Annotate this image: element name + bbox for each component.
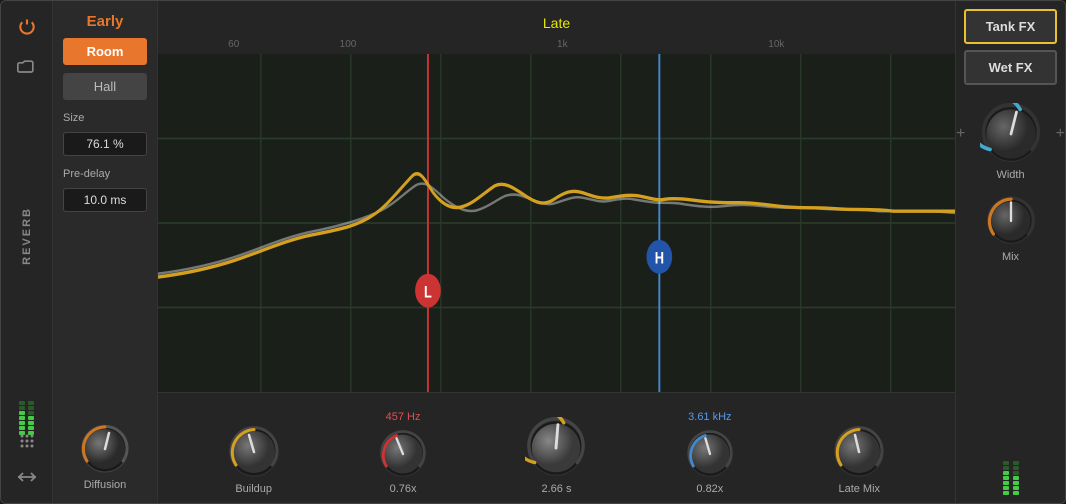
tank-fx-button[interactable]: Tank FX	[964, 9, 1057, 44]
buildup-label: Buildup	[235, 483, 272, 495]
svg-text:L: L	[424, 283, 432, 302]
buildup-container: Buildup	[227, 405, 281, 495]
freq-60: 60	[228, 39, 239, 50]
width-container: +	[964, 103, 1057, 181]
freq-axis: 60 100 1k 10k	[158, 35, 955, 54]
diffusion-label: Diffusion	[84, 479, 127, 491]
plugin-container: REVERB	[0, 0, 1066, 504]
freq-1k: 1k	[557, 39, 568, 50]
main-display: Late 60 100 1k 10k	[158, 1, 955, 503]
freq-100: 100	[340, 39, 357, 50]
late-mix-knob[interactable]	[832, 425, 886, 479]
early-section: Early Room Hall Size 76.1 % Pre-delay 10…	[53, 1, 158, 503]
knob-266-container: 2.66 s	[525, 397, 587, 495]
sidebar-bottom	[13, 391, 41, 491]
size-label: Size	[63, 112, 147, 124]
buildup-knob[interactable]	[227, 425, 281, 479]
width-label: Width	[996, 169, 1024, 181]
late-mix-label: Late Mix	[838, 483, 880, 495]
late-header-area: Late 60 100 1k 10k	[158, 1, 955, 54]
diffusion-knob[interactable]	[79, 423, 131, 475]
power-button[interactable]	[13, 13, 41, 41]
vu-meter-left	[13, 391, 41, 419]
knob-266[interactable]	[525, 417, 587, 479]
width-knob[interactable]	[980, 103, 1042, 165]
knob-082-label: 0.82x	[696, 483, 723, 495]
early-title: Early	[63, 13, 147, 30]
knob-076-container: 457 Hz	[378, 411, 428, 495]
knob-076[interactable]	[378, 429, 428, 479]
mix-container: Mix	[964, 195, 1057, 263]
plus-right-icon[interactable]: +	[1056, 125, 1065, 143]
wet-fx-button[interactable]: Wet FX	[964, 50, 1057, 85]
late-mix-container: Late Mix	[832, 405, 886, 495]
mix-knob[interactable]	[985, 195, 1037, 247]
diffusion-container: Diffusion	[63, 423, 147, 491]
size-value[interactable]: 76.1 %	[63, 132, 147, 156]
left-sidebar: REVERB	[1, 1, 53, 503]
freq-red-label: 457 Hz	[386, 411, 421, 423]
knobs-row: Buildup 457 Hz	[158, 393, 955, 503]
predelay-label: Pre-delay	[63, 168, 147, 180]
room-button[interactable]: Room	[63, 38, 147, 65]
predelay-value[interactable]: 10.0 ms	[63, 188, 147, 212]
folder-icon[interactable]	[13, 53, 41, 81]
hall-button[interactable]: Hall	[63, 73, 147, 100]
knob-266-label: 2.66 s	[541, 483, 571, 495]
knob-082-container: 3.61 kHz	[685, 411, 735, 495]
freq-blue-label: 3.61 kHz	[688, 411, 731, 423]
late-title: Late	[158, 7, 955, 35]
knob-082[interactable]	[685, 429, 735, 479]
mix-label: Mix	[1002, 251, 1019, 263]
eq-svg: L H	[158, 54, 955, 392]
knob-076-label: 0.76x	[390, 483, 417, 495]
arrow-icon[interactable]	[13, 463, 41, 491]
right-sidebar: Tank FX Wet FX +	[955, 1, 1065, 503]
svg-text:H: H	[655, 249, 664, 268]
reverb-label: REVERB	[21, 207, 33, 265]
eq-display: L H	[158, 54, 955, 393]
right-vu-meters	[964, 435, 1057, 495]
dots-grid-icon[interactable]	[13, 427, 41, 455]
freq-10k: 10k	[768, 39, 784, 50]
plus-left-icon[interactable]: +	[956, 125, 965, 143]
